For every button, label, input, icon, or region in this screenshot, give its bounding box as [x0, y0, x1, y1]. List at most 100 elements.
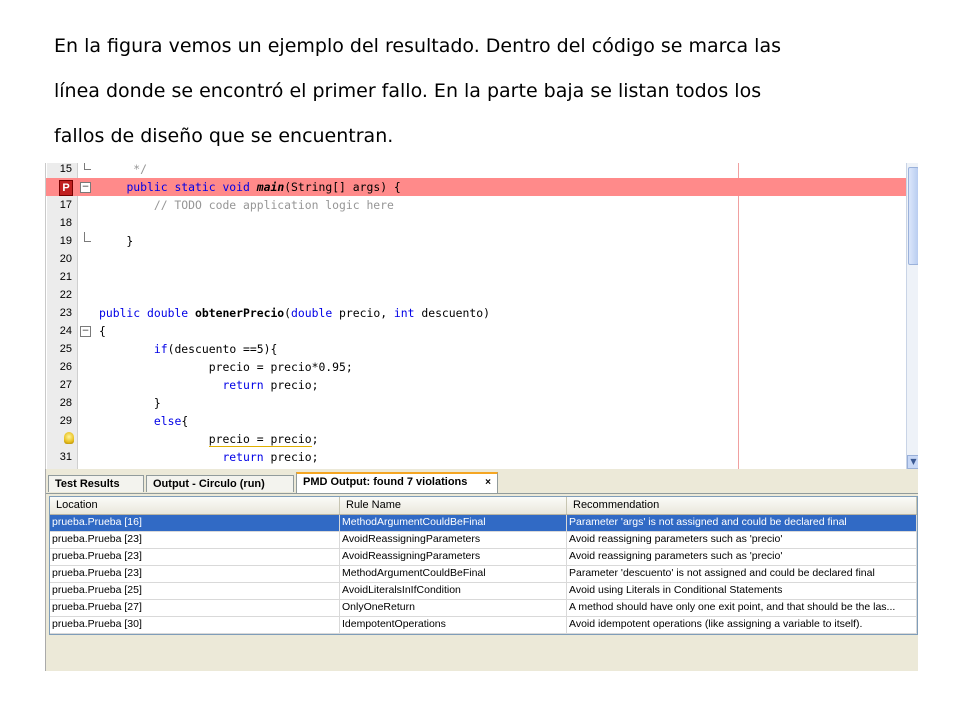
table-row[interactable]: prueba.Prueba [25] AvoidLiteralsInIfCondi… — [50, 583, 917, 600]
code-editor[interactable]: 15 */ P − public static void main(String… — [45, 163, 918, 469]
cell-recommendation: Parameter 'descuento' is not assigned an… — [567, 566, 917, 582]
code-line: 20 — [46, 250, 906, 268]
code-text: public static void main(String[] args) { — [126, 180, 401, 194]
tab-label: Output - Circulo (run) — [153, 478, 265, 490]
line-number: 26 — [59, 361, 72, 373]
code-line: 22 — [46, 286, 906, 304]
cell-rule-name: AvoidReassigningParameters — [340, 549, 567, 565]
tab-pmd-output[interactable]: PMD Output: found 7 violations × — [296, 472, 498, 493]
code-line: 19 } — [46, 232, 906, 250]
line-number: 29 — [59, 415, 72, 427]
code-text: } — [99, 396, 161, 410]
cell-recommendation: A method should have only one exit point… — [567, 600, 917, 616]
line-number: 22 — [59, 289, 72, 301]
code-line: 26 precio = precio*0.95; — [46, 358, 906, 376]
cell-location: prueba.Prueba [25] — [50, 583, 340, 599]
code-line: 24 − { — [46, 322, 906, 340]
column-header-rule-name[interactable]: Rule Name — [340, 497, 567, 514]
cell-location: prueba.Prueba [23] — [50, 549, 340, 565]
column-header-location[interactable]: Location — [50, 497, 340, 514]
caption-line: fallos de diseño que se encuentran. — [54, 125, 394, 147]
line-number: 23 — [59, 307, 72, 319]
vertical-scrollbar[interactable]: ▼ — [906, 163, 918, 469]
cell-rule-name: MethodArgumentCouldBeFinal — [340, 566, 567, 582]
output-tab-strip: Test Results Output - Circulo (run) PMD … — [46, 472, 918, 494]
tab-output-circulo[interactable]: Output - Circulo (run) — [146, 475, 294, 492]
line-number: 17 — [59, 199, 72, 211]
line-number: 19 — [59, 235, 72, 247]
fold-end-icon — [84, 232, 91, 242]
cell-rule-name: OnlyOneReturn — [340, 600, 567, 616]
code-line: 15 */ — [46, 163, 906, 178]
table-row[interactable]: prueba.Prueba [23] AvoidReassigningParame… — [50, 549, 917, 566]
code-line: 18 — [46, 214, 906, 232]
pmd-error-marker-icon[interactable]: P — [59, 180, 73, 196]
fold-end-icon — [84, 163, 91, 170]
cell-recommendation: Avoid using Literals in Conditional Stat… — [567, 583, 917, 599]
code-line: 27 return precio; — [46, 376, 906, 394]
code-text: // TODO code application logic here — [99, 198, 394, 212]
fold-toggle-icon[interactable]: − — [80, 182, 91, 193]
line-number: 21 — [59, 271, 72, 283]
line-number: 31 — [59, 451, 72, 463]
cell-location: prueba.Prueba [16] — [50, 515, 340, 531]
cell-rule-name: AvoidLiteralsInIfCondition — [340, 583, 567, 599]
code-line: 17 // TODO code application logic here — [46, 196, 906, 214]
fold-toggle-icon[interactable]: − — [80, 326, 91, 337]
cell-rule-name: AvoidReassigningParameters — [340, 532, 567, 548]
line-number: 24 — [59, 325, 72, 337]
code-lines: 15 */ P − public static void main(String… — [46, 163, 906, 466]
tab-test-results[interactable]: Test Results — [48, 475, 144, 492]
code-line: 31 return precio; — [46, 448, 906, 466]
cell-location: prueba.Prueba [23] — [50, 532, 340, 548]
code-text: return precio; — [222, 450, 319, 464]
line-number: 27 — [59, 379, 72, 391]
output-window: Test Results Output - Circulo (run) PMD … — [45, 469, 918, 671]
line-number: 28 — [59, 397, 72, 409]
table-body: prueba.Prueba [16] MethodArgumentCouldBeF… — [50, 515, 917, 634]
lightbulb-icon[interactable] — [64, 432, 74, 444]
code-text: return precio; — [222, 378, 319, 392]
cell-rule-name: IdempotentOperations — [340, 617, 567, 633]
line-number: 18 — [59, 217, 72, 229]
table-row[interactable]: prueba.Prueba [27] OnlyOneReturn A method … — [50, 600, 917, 617]
tab-label: PMD Output: found 7 violations — [303, 476, 468, 488]
code-line: 23 public double obtenerPrecio(double pr… — [46, 304, 906, 322]
caption-text: En la figura vemos un ejemplo del result… — [54, 24, 934, 159]
code-line: 29 else{ — [46, 412, 906, 430]
code-text: precio = precio*0.95; — [99, 360, 353, 374]
line-number: 20 — [59, 253, 72, 265]
caption-line: En la figura vemos un ejemplo del result… — [54, 35, 782, 57]
code-line: precio = precio; — [46, 430, 906, 448]
cell-recommendation: Avoid reassigning parameters such as 'pr… — [567, 532, 917, 548]
code-text: } — [99, 234, 134, 248]
table-row[interactable]: prueba.Prueba [16] MethodArgumentCouldBeF… — [50, 515, 917, 532]
caption-line: línea donde se encontró el primer fallo.… — [54, 80, 762, 102]
line-number: 25 — [59, 343, 72, 355]
cell-recommendation: Avoid idempotent operations (like assign… — [567, 617, 917, 633]
cell-location: prueba.Prueba [23] — [50, 566, 340, 582]
code-line: 21 — [46, 268, 906, 286]
code-text: public double obtenerPrecio(double preci… — [99, 306, 490, 320]
code-text: { — [99, 324, 106, 338]
cell-location: prueba.Prueba [30] — [50, 617, 340, 633]
cell-location: prueba.Prueba [27] — [50, 600, 340, 616]
table-row[interactable]: prueba.Prueba [30] IdempotentOperations Av… — [50, 617, 917, 634]
code-text: */ — [99, 163, 148, 176]
code-line-error: P − public static void main(String[] arg… — [46, 178, 906, 196]
code-text: if(descuento ==5){ — [153, 342, 278, 356]
scrollbar-thumb[interactable] — [908, 167, 918, 265]
close-icon[interactable]: × — [485, 474, 491, 491]
table-row[interactable]: prueba.Prueba [23] AvoidReassigningParame… — [50, 532, 917, 549]
scroll-down-arrow-icon[interactable]: ▼ — [907, 455, 918, 469]
pmd-violations-table: Location Rule Name Recommendation prueba… — [49, 496, 918, 635]
cell-rule-name: MethodArgumentCouldBeFinal — [340, 515, 567, 531]
code-text: else{ — [153, 414, 189, 428]
code-line: 28 } — [46, 394, 906, 412]
table-header: Location Rule Name Recommendation — [50, 497, 917, 515]
code-text: precio = precio; — [208, 432, 319, 447]
table-row[interactable]: prueba.Prueba [23] MethodArgumentCouldBeF… — [50, 566, 917, 583]
code-line: 25 if(descuento ==5){ — [46, 340, 906, 358]
cell-recommendation: Parameter 'args' is not assigned and cou… — [567, 515, 917, 531]
column-header-recommendation[interactable]: Recommendation — [567, 497, 917, 514]
